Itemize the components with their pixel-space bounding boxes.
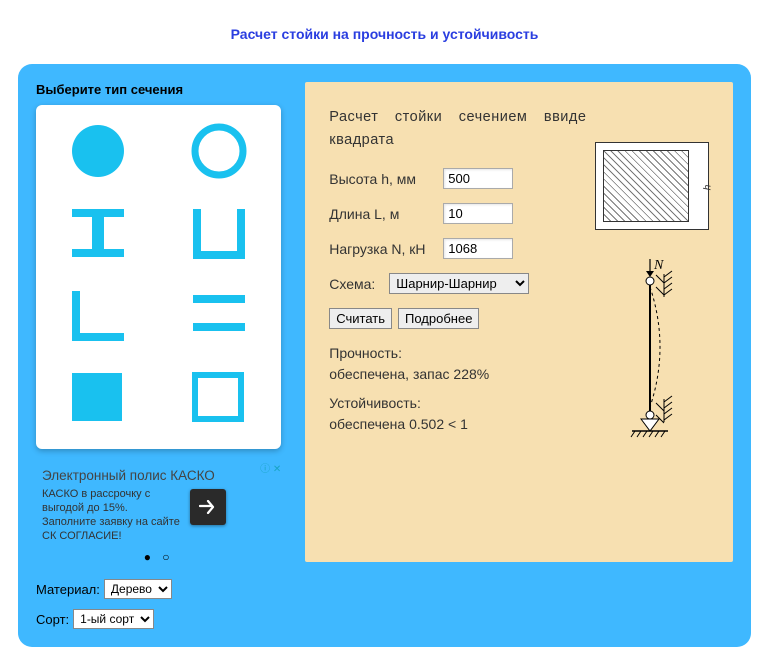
shape-circle-filled[interactable] [63, 121, 133, 181]
scheme-label: Схема: [329, 276, 375, 292]
ad-title: Электронный полис КАСКО [42, 467, 275, 485]
shape-i-beam[interactable] [63, 203, 133, 263]
load-input[interactable] [443, 238, 513, 259]
shape-angle[interactable] [63, 285, 133, 345]
advertisement[interactable]: ⓘ ✕ Электронный полис КАСКО КАСКО в расс… [36, 463, 281, 569]
shape-circle-hollow[interactable] [184, 121, 254, 181]
ad-text: КАСКО в рассрочку с выгодой до 15%. Запо… [42, 487, 180, 544]
length-input[interactable] [443, 203, 513, 224]
shape-square-hollow[interactable] [184, 367, 254, 427]
shape-bars[interactable] [184, 285, 254, 345]
calc-title: Расчет стойки сечением ввиде квадрата [329, 106, 589, 152]
ad-pagination-dots[interactable]: ● ○ [42, 550, 275, 566]
section-type-label: Выберите тип сечения [36, 82, 281, 97]
ad-info-icon[interactable]: ⓘ ✕ [260, 463, 281, 476]
section-shape-picker [36, 105, 281, 449]
calculate-button[interactable]: Считать [329, 308, 392, 329]
cross-section-diagram: h [595, 142, 709, 230]
arrow-right-icon[interactable] [190, 489, 226, 525]
length-label: Длина L, м [329, 206, 429, 222]
page-title: Расчет стойки на прочность и устойчивост… [0, 0, 769, 64]
scheme-select[interactable]: Шарнир-ШарнирЗаделка-ШарнирЗаделка-Задел… [389, 273, 529, 294]
dim-h-label: h [703, 185, 714, 191]
material-label: Материал: [36, 582, 100, 597]
details-button[interactable]: Подробнее [398, 308, 479, 329]
sort-label: Сорт: [36, 612, 69, 627]
force-label: N [653, 258, 664, 273]
calculation-card: Расчет стойки сечением ввиде квадрата Вы… [305, 82, 733, 562]
shape-square-filled[interactable] [63, 367, 133, 427]
main-panel: Выберите тип сечения [18, 64, 751, 647]
height-input[interactable] [443, 168, 513, 189]
sort-select[interactable]: 1-ый сорт2-ой сорт [73, 609, 154, 629]
height-label: Высота h, мм [329, 171, 429, 187]
load-label: Нагрузка N, кН [329, 241, 429, 257]
material-select[interactable]: ДеревоСтальБетон [104, 579, 172, 599]
shape-channel-u[interactable] [184, 203, 254, 263]
support-scheme-diagram: N [605, 252, 705, 452]
